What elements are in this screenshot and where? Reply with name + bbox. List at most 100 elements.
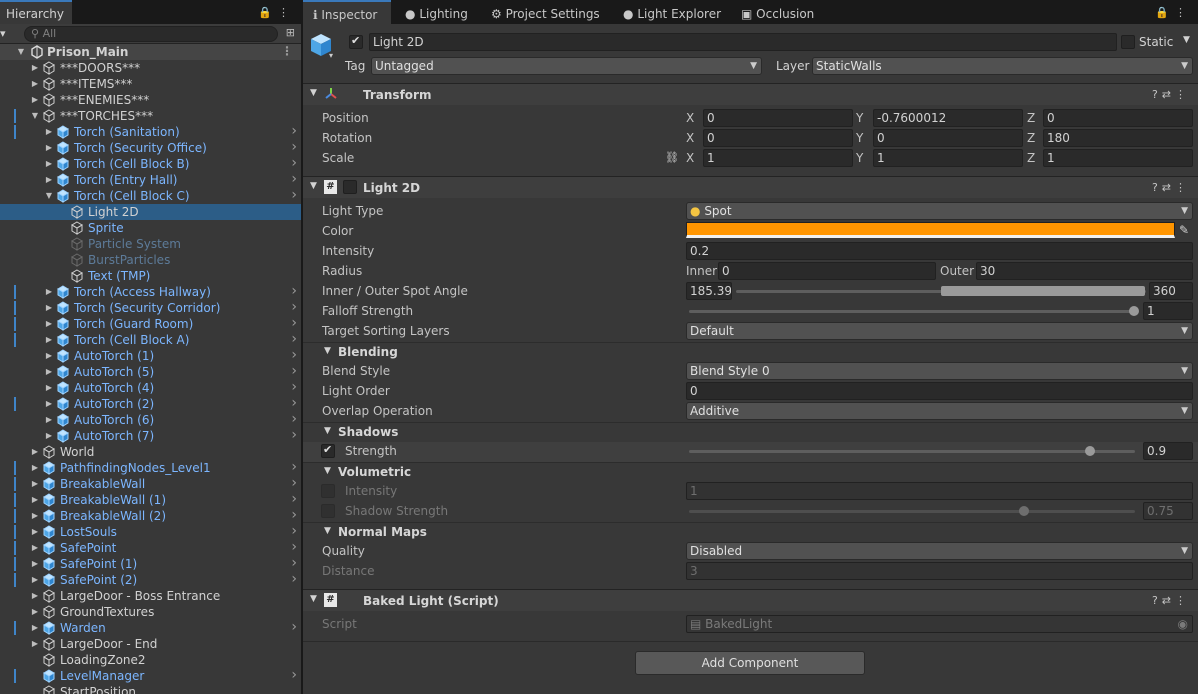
scale-y-field[interactable]: 1 — [873, 149, 1023, 167]
chevron-right-icon[interactable]: › — [291, 380, 297, 395]
chevron-right-icon[interactable]: › — [291, 156, 297, 171]
hierarchy-row[interactable]: ▶ Torch (Guard Room) › — [0, 316, 301, 332]
chevron-right-icon[interactable]: › — [291, 508, 297, 523]
vol-shadow-slider-track[interactable] — [689, 510, 1135, 513]
collapse-arrow-icon[interactable]: ▶ — [44, 428, 54, 444]
hierarchy-row[interactable]: ▶ Torch (Entry Hall) › — [0, 172, 301, 188]
hierarchy-row[interactable]: ▶ Torch (Security Office) › — [0, 140, 301, 156]
tab-light-explorer[interactable]: ● Light Explorer — [623, 0, 721, 24]
gameobject-active-checkbox[interactable] — [349, 34, 363, 49]
tab-occlusion[interactable]: ▣ Occlusion — [741, 0, 814, 24]
collapse-arrow-icon[interactable]: ▶ — [44, 156, 54, 172]
component-menu-icons[interactable]: ?⇄⋮ — [1152, 594, 1190, 607]
hierarchy-row[interactable]: ▶ Torch (Access Hallway) › — [0, 284, 301, 300]
chevron-right-icon[interactable]: › — [291, 540, 297, 555]
hierarchy-row[interactable]: ▶ LargeDoor - End — [0, 636, 301, 652]
chevron-right-icon[interactable]: › — [291, 428, 297, 443]
tab-lighting[interactable]: ● Lighting — [405, 0, 468, 24]
chevron-right-icon[interactable]: › — [291, 332, 297, 347]
collapse-arrow-icon[interactable]: ▶ — [44, 412, 54, 428]
tab-inspector[interactable]: ℹ Inspector — [303, 0, 391, 24]
volumetric-enabled-checkbox[interactable] — [321, 484, 335, 498]
rotation-z-field[interactable]: 180 — [1043, 129, 1193, 147]
hierarchy-row[interactable]: ▶ AutoTorch (2) › — [0, 396, 301, 412]
chevron-right-icon[interactable]: › — [291, 172, 297, 187]
x-axis-label[interactable]: X — [686, 131, 694, 145]
chevron-right-icon[interactable]: › — [291, 572, 297, 587]
collapse-arrow-icon[interactable]: ▶ — [30, 76, 40, 92]
chevron-right-icon[interactable]: › — [291, 668, 297, 683]
hierarchy-row[interactable]: ▶ LargeDoor - Boss Entrance — [0, 588, 301, 604]
intensity-field[interactable]: 0.2 — [686, 242, 1193, 260]
collapse-arrow-icon[interactable]: ▶ — [44, 316, 54, 332]
chevron-right-icon[interactable]: › — [291, 188, 297, 203]
chevron-right-icon[interactable]: › — [291, 412, 297, 427]
sorting-layers-dropdown[interactable]: Default ▼ — [686, 322, 1193, 340]
hierarchy-row[interactable]: ▶ Torch (Sanitation) › — [0, 124, 301, 140]
collapse-arrow-icon[interactable]: ▶ — [30, 604, 40, 620]
hierarchy-row[interactable]: ▶ ***ENEMIES*** — [0, 92, 301, 108]
collapse-arrow-icon[interactable]: ▶ — [30, 636, 40, 652]
collapse-arrow-icon[interactable]: ▶ — [30, 620, 40, 636]
position-x-field[interactable]: 0 — [703, 109, 853, 127]
foldout-arrow-icon[interactable]: ▼ — [310, 594, 317, 604]
collapse-arrow-icon[interactable]: ▶ — [44, 332, 54, 348]
x-axis-label[interactable]: X — [686, 151, 694, 165]
collapse-arrow-icon[interactable]: ▶ — [44, 364, 54, 380]
hierarchy-row[interactable]: ▼ ***TORCHES*** — [0, 108, 301, 124]
chevron-right-icon[interactable]: › — [291, 364, 297, 379]
collapse-arrow-icon[interactable]: ▶ — [44, 140, 54, 156]
collapse-arrow-icon[interactable]: ▶ — [30, 556, 40, 572]
shadow-strength-slider-knob[interactable] — [1085, 446, 1095, 456]
constrain-proportions-icon[interactable]: ⛓ — [665, 151, 679, 164]
vol-shadow-checkbox[interactable] — [321, 504, 335, 518]
layer-dropdown[interactable]: StaticWalls ▼ — [812, 57, 1193, 75]
collapse-arrow-icon[interactable]: ▶ — [30, 524, 40, 540]
y-axis-label[interactable]: Y — [856, 131, 863, 145]
chevron-right-icon[interactable]: › — [291, 492, 297, 507]
foldout-arrow-icon[interactable]: ▼ — [310, 181, 317, 191]
hierarchy-row[interactable]: ▶ SafePoint (1) › — [0, 556, 301, 572]
spot-angle-range[interactable] — [941, 286, 1145, 296]
hierarchy-row[interactable]: LoadingZone2 — [0, 652, 301, 668]
shadows-section-header[interactable]: ▼ Shadows — [303, 422, 1198, 442]
hierarchy-row[interactable]: ▶ AutoTorch (7) › — [0, 428, 301, 444]
spot-inner-field[interactable]: 185.39 — [686, 282, 732, 300]
vol-shadow-slider-knob[interactable] — [1019, 506, 1029, 516]
chevron-right-icon[interactable]: › — [291, 300, 297, 315]
tag-dropdown[interactable]: Untagged ▼ — [371, 57, 762, 75]
collapse-arrow-icon[interactable]: ▶ — [30, 92, 40, 108]
chevron-right-icon[interactable]: › — [291, 524, 297, 539]
collapse-arrow-icon[interactable]: ▶ — [30, 444, 40, 460]
collapse-arrow-icon[interactable]: ▶ — [30, 476, 40, 492]
chevron-right-icon[interactable]: › — [291, 348, 297, 363]
hierarchy-row[interactable]: ▶ Torch (Cell Block A) › — [0, 332, 301, 348]
z-axis-label[interactable]: Z — [1027, 151, 1035, 165]
collapse-arrow-icon[interactable]: ▶ — [30, 588, 40, 604]
light2d-enabled-checkbox[interactable] — [343, 180, 357, 194]
falloff-field[interactable]: 1 — [1143, 302, 1193, 320]
chevron-right-icon[interactable]: › — [291, 460, 297, 475]
light2d-header[interactable]: ▼ # Light 2D ?⇄⋮ — [303, 176, 1198, 198]
chevron-right-icon[interactable]: › — [291, 476, 297, 491]
foldout-arrow-icon[interactable]: ▼ — [324, 526, 331, 536]
eyedropper-icon[interactable]: ✎ — [1179, 223, 1189, 237]
hierarchy-row[interactable]: ▶ ***DOORS*** — [0, 60, 301, 76]
y-axis-label[interactable]: Y — [856, 151, 863, 165]
hierarchy-row[interactable]: Light 2D — [0, 204, 301, 220]
foldout-arrow-icon[interactable]: ▼ — [324, 466, 331, 476]
scale-z-field[interactable]: 1 — [1043, 149, 1193, 167]
expand-arrow-icon[interactable]: ▼ — [44, 188, 54, 204]
collapse-arrow-icon[interactable]: ▶ — [44, 300, 54, 316]
radius-inner-field[interactable]: 0 — [718, 262, 936, 280]
hierarchy-row[interactable]: ▶ SafePoint (2) › — [0, 572, 301, 588]
object-picker-icon[interactable]: ◉ — [1178, 616, 1188, 632]
icon-dropdown-icon[interactable]: ▾ — [329, 51, 333, 60]
x-axis-label[interactable]: X — [686, 111, 694, 125]
blending-section-header[interactable]: ▼ Blending — [303, 342, 1198, 362]
hierarchy-row[interactable]: ▼ Torch (Cell Block C) › — [0, 188, 301, 204]
tab-project-settings[interactable]: ⚙ Project Settings — [491, 0, 600, 24]
volumetric-section-header[interactable]: ▼ Volumetric — [303, 462, 1198, 482]
chevron-right-icon[interactable]: › — [291, 316, 297, 331]
scale-x-field[interactable]: 1 — [703, 149, 853, 167]
